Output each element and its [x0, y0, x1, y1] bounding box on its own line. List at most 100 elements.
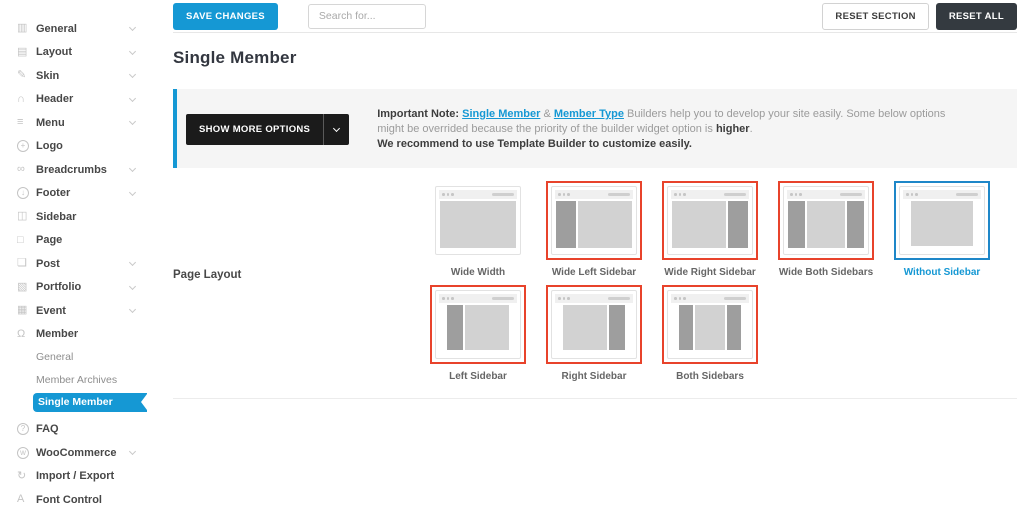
sidebar-item-font-control[interactable]: AFont Control: [0, 488, 147, 512]
reset-all-button[interactable]: RESET ALL: [936, 3, 1017, 30]
sidebar-item-member[interactable]: ΩMember: [0, 323, 147, 347]
sidebar-item-sidebar[interactable]: ◫Sidebar: [0, 205, 147, 229]
note-line2: might be overrided because the priority …: [377, 123, 713, 135]
sidebar-item-logo[interactable]: +Logo: [0, 135, 147, 159]
address-bar-icon: [840, 193, 862, 196]
layout-option-label: Without Sidebar: [894, 267, 990, 279]
layout-option-label: Wide Right Sidebar: [662, 267, 758, 279]
sidebar-item-label: Portfolio: [36, 281, 130, 293]
browser-preview-thumbnail: [667, 290, 753, 359]
document-copy-icon: ❏: [17, 258, 36, 269]
layout-option-right-sidebar[interactable]: Right Sidebar: [546, 285, 642, 383]
search-input[interactable]: [308, 4, 426, 29]
address-bar-icon: [724, 297, 746, 300]
reset-section-button[interactable]: RESET SECTION: [822, 3, 928, 30]
main-panel: SAVE CHANGES RESET SECTION RESET ALL Sin…: [147, 0, 1024, 503]
sidebar-item-post[interactable]: ❏Post: [0, 252, 147, 276]
sidebar-item-label: Header: [36, 93, 130, 105]
window-dot-icon: [563, 193, 566, 196]
layout-option-frame: [778, 181, 874, 260]
chevron-down-icon: [129, 283, 136, 290]
single-member-link[interactable]: Single Member: [462, 108, 540, 120]
browser-chrome-bar: [555, 190, 633, 199]
sidebar-item-layout[interactable]: ▤Layout: [0, 41, 147, 65]
sidebar-item-label: Skin: [36, 70, 130, 82]
chevron-down-icon: [129, 118, 136, 125]
page-window-icon: □: [17, 235, 36, 246]
window-dot-icon: [683, 193, 686, 196]
window-dot-icon: [911, 193, 914, 196]
layout-option-label: Wide Both Sidebars: [778, 267, 874, 279]
layout-option-label: Wide Left Sidebar: [546, 267, 642, 279]
window-dot-icon: [451, 297, 454, 300]
window-dot-icon: [679, 297, 682, 300]
layout-option-label: Right Sidebar: [546, 371, 642, 383]
sidebar-item-label: Logo: [36, 140, 135, 152]
layout-option-without-sidebar[interactable]: Without Sidebar: [894, 181, 990, 279]
layout-option-wide-width[interactable]: Wide Width: [430, 181, 526, 279]
link-chain-icon: ∞: [17, 164, 36, 175]
member-type-link[interactable]: Member Type: [554, 108, 624, 120]
sidebar-item-breadcrumbs[interactable]: ∞Breadcrumbs: [0, 158, 147, 182]
window-dot-icon: [563, 297, 566, 300]
layout-option-frame: [430, 181, 526, 260]
layout-option-left-sidebar[interactable]: Left Sidebar: [430, 285, 526, 383]
sidebar-item-header[interactable]: ∩Header: [0, 88, 147, 112]
layout-option-both-sidebars[interactable]: Both Sidebars: [662, 285, 758, 383]
sidebar-item-menu[interactable]: ≡Menu: [0, 111, 147, 135]
sidebar-column-block: [728, 201, 748, 248]
layout-option-wide-both-sidebars[interactable]: Wide Both Sidebars: [778, 181, 874, 279]
sidebar-item-general[interactable]: General: [0, 346, 147, 369]
chevron-down-icon: [324, 128, 349, 131]
preview-body: [671, 303, 749, 355]
image-icon: ▧: [17, 282, 36, 293]
sidebar-item-woocommerce[interactable]: wWooCommerce: [0, 441, 147, 465]
sidebar-item-member-archives[interactable]: Member Archives: [0, 369, 147, 392]
sidebar-item-page[interactable]: □Page: [0, 229, 147, 253]
layout-option-wide-right-sidebar[interactable]: Wide Right Sidebar: [662, 181, 758, 279]
layout-options-row: Wide Width Wide Left Sidebar Wide Right Si…: [430, 181, 990, 279]
sidebar-item-footer[interactable]: ↓Footer: [0, 182, 147, 206]
content-column-block: [695, 305, 726, 350]
sidebar-item-label: General: [36, 351, 73, 363]
question-circle-icon: ?: [17, 423, 36, 435]
layout-option-wide-left-sidebar[interactable]: Wide Left Sidebar: [546, 181, 642, 279]
window-dot-icon: [915, 193, 918, 196]
content-column-block: [563, 305, 607, 350]
layout-option-frame: [662, 285, 758, 364]
sidebar-item-event[interactable]: ▦Event: [0, 299, 147, 323]
address-bar-icon: [724, 193, 746, 196]
browser-chrome-bar: [671, 190, 749, 199]
sidebar-item-label: General: [36, 23, 130, 35]
chevron-down-icon: [129, 48, 136, 55]
page-layout-section: Page Layout Wide WidthWide Left SidebarW…: [173, 181, 1017, 383]
browser-preview-thumbnail: [435, 290, 521, 359]
sidebar-item-import-export[interactable]: ↻Import / Export: [0, 465, 147, 489]
chevron-down-icon: [129, 189, 136, 196]
layout-option-frame: [546, 285, 642, 364]
content-column-block: [465, 305, 509, 350]
sidebar-item-label: Post: [36, 258, 130, 270]
address-bar-icon: [492, 193, 514, 196]
arrow-down-circle-icon: ↓: [17, 187, 36, 199]
sidebar-item-general[interactable]: ▥General: [0, 17, 147, 41]
sidebar-item-faq[interactable]: ?FAQ: [0, 418, 147, 442]
sidebar-item-skin[interactable]: ✎Skin: [0, 64, 147, 88]
sidebar-column-block: [847, 201, 864, 248]
chevron-down-icon: [129, 448, 136, 455]
sidebar-item-label: Single Member: [38, 396, 113, 408]
edit-pencil-icon: ✎: [17, 70, 36, 81]
save-changes-button[interactable]: SAVE CHANGES: [173, 3, 278, 30]
sidebar-item-single-member[interactable]: Single Member: [33, 393, 147, 412]
page-title: Single Member: [173, 48, 1017, 68]
show-more-options-button[interactable]: SHOW MORE OPTIONS: [186, 114, 349, 145]
browser-preview-thumbnail: [783, 186, 869, 255]
window-dot-icon: [447, 193, 450, 196]
sliders-icon: ▥: [17, 23, 36, 34]
chevron-down-icon: [129, 95, 136, 102]
sidebar-column-block: [788, 201, 805, 248]
chevron-down-icon: [129, 71, 136, 78]
chevron-down-icon: [129, 24, 136, 31]
sidebar-item-portfolio[interactable]: ▧Portfolio: [0, 276, 147, 300]
browser-chrome-bar: [903, 190, 981, 199]
